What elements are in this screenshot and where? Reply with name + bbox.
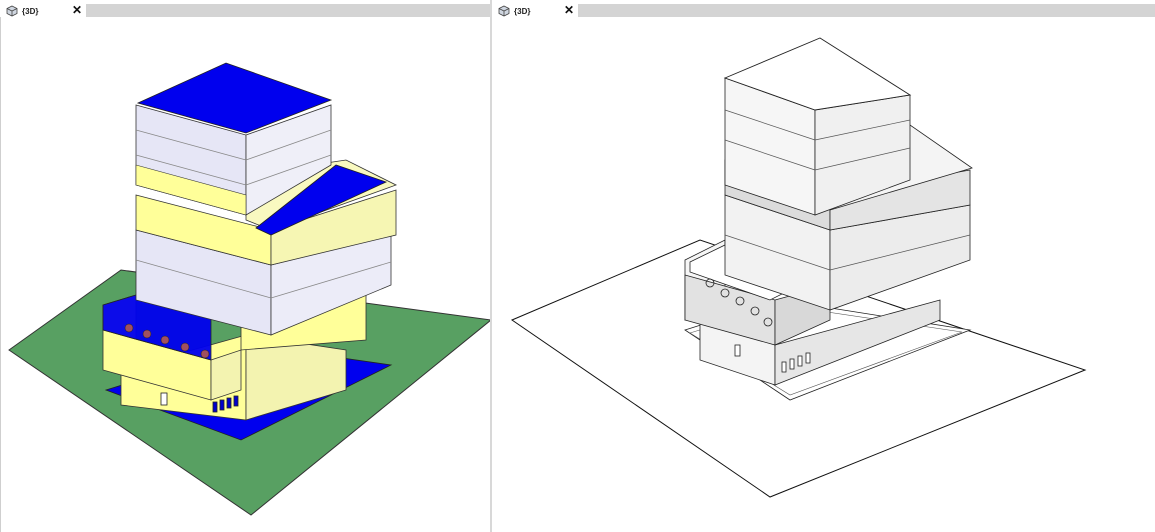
- entrance-door: [734, 344, 741, 357]
- cube-icon: [6, 5, 18, 17]
- hidden-line-3d-viewport[interactable]: [492, 17, 1155, 532]
- tab-3d-view[interactable]: {3D} ✕: [492, 4, 578, 18]
- view-pane-shaded[interactable]: {3D} ✕: [0, 0, 490, 532]
- tab-3d-view[interactable]: {3D} ✕: [0, 4, 86, 18]
- entrance-door: [160, 392, 168, 406]
- view-pane-hidden-line[interactable]: {3D} ✕: [492, 0, 1155, 532]
- tab-label: {3D}: [514, 6, 531, 16]
- tab-label: {3D}: [22, 6, 39, 16]
- cube-icon: [498, 5, 510, 17]
- close-icon[interactable]: ✕: [72, 4, 82, 17]
- tab-strip: {3D} ✕: [492, 4, 1155, 18]
- tab-strip: {3D} ✕: [0, 4, 490, 18]
- shaded-3d-viewport[interactable]: [0, 17, 490, 532]
- close-icon[interactable]: ✕: [564, 4, 574, 17]
